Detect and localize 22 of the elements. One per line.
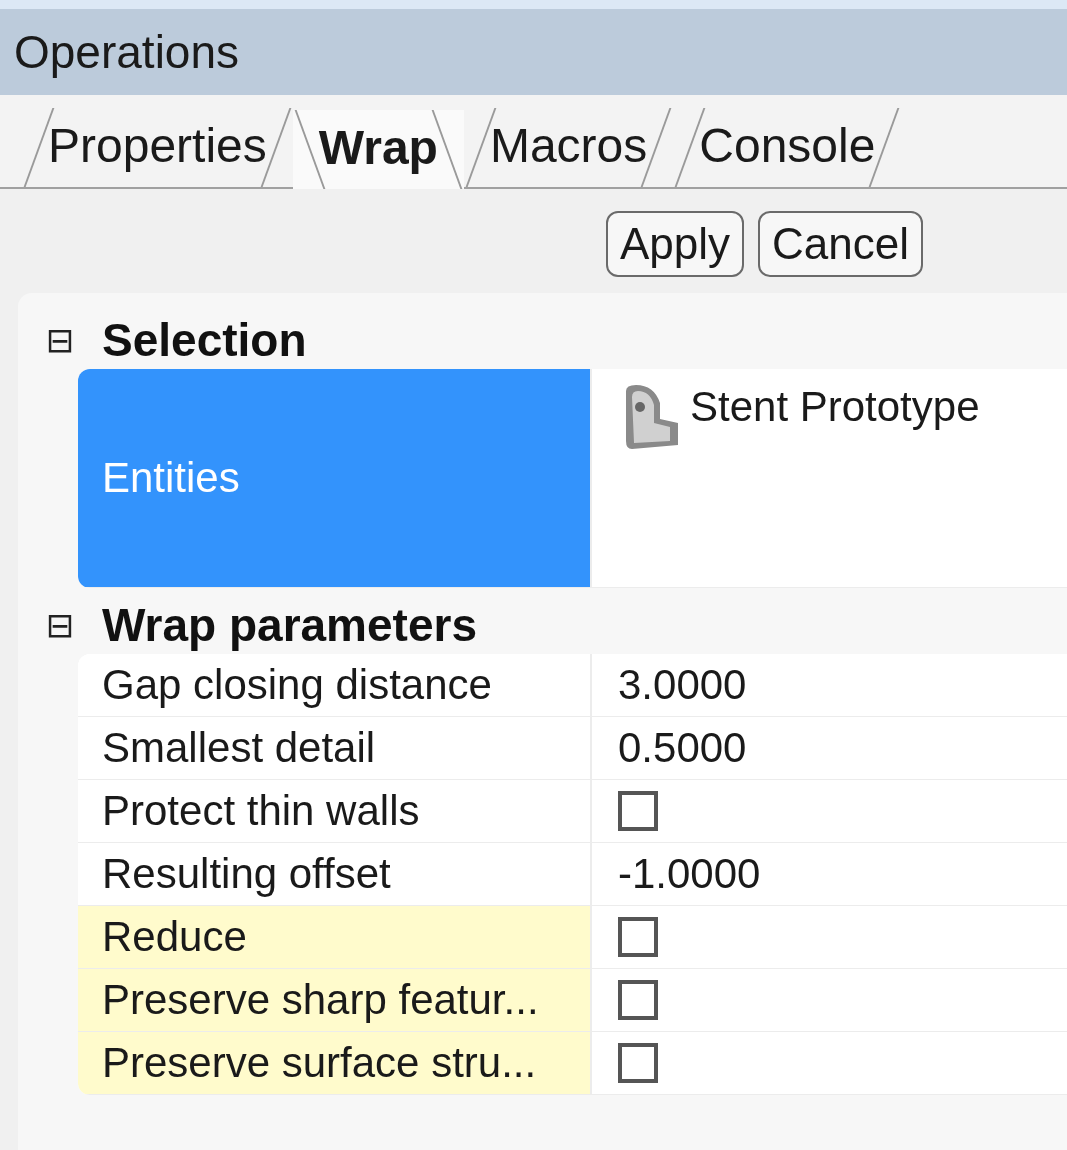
tab[interactable]: Console	[673, 108, 902, 187]
property-value[interactable]: -1.0000	[592, 843, 1067, 905]
checkbox[interactable]	[618, 917, 658, 957]
property-value[interactable]: 0.5000	[592, 717, 1067, 779]
collapse-icon[interactable]: ⊟	[18, 605, 102, 645]
checkbox[interactable]	[618, 791, 658, 831]
action-button[interactable]: Cancel	[758, 211, 924, 277]
tab[interactable]: Macros	[463, 108, 674, 187]
checkbox[interactable]	[618, 980, 658, 1020]
section-title: Wrap parameters	[102, 598, 477, 652]
property-label[interactable]: Preserve surface stru...	[78, 1032, 592, 1094]
property-value[interactable]: 3.0000	[592, 654, 1067, 716]
collapse-icon[interactable]: ⊟	[18, 320, 102, 360]
tab[interactable]: Wrap	[292, 110, 464, 189]
panel-title: Operations	[0, 9, 1067, 95]
action-button[interactable]: Apply	[606, 211, 745, 277]
entity-name: Stent Prototype	[690, 383, 980, 431]
property-label[interactable]: Preserve sharp featur...	[78, 969, 592, 1031]
tab[interactable]: Properties	[22, 108, 293, 187]
property-label[interactable]: Reduce	[78, 906, 592, 968]
section-title: Selection	[102, 313, 307, 367]
checkbox[interactable]	[618, 1043, 658, 1083]
